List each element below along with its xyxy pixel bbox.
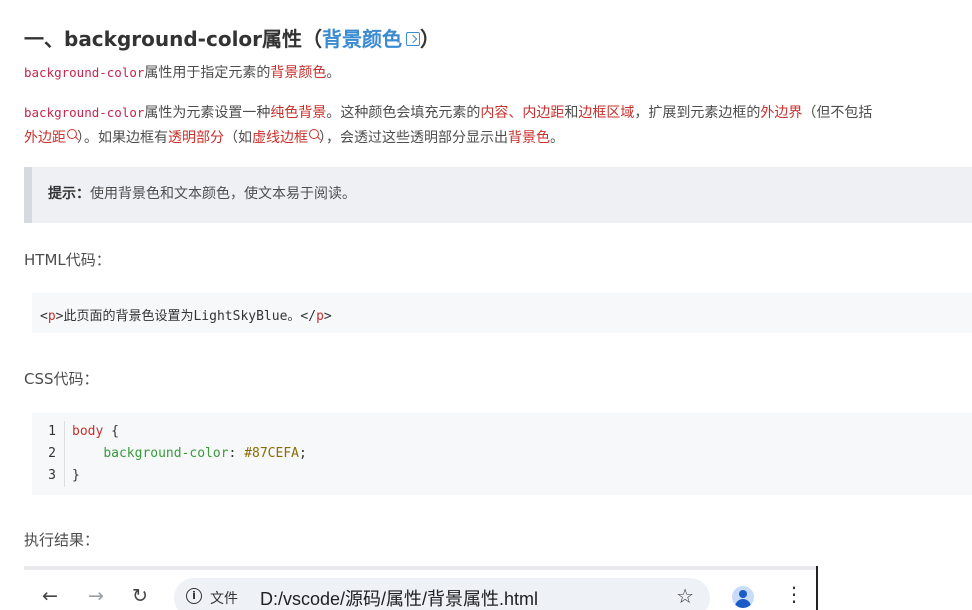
tip-content: 使用背景色和文本颜色，使文本易于阅读。 <box>90 186 356 202</box>
file-label: 文件 <box>210 591 238 607</box>
detail-paragraph-line2: 外边距 ）。如果边框有透明部分（如虚线边框 ），会透过这些透明部分显示出背景色。 <box>24 126 564 150</box>
code-token: ; <box>299 446 307 461</box>
link-outer-boundary[interactable]: 外边界 <box>760 105 802 121</box>
paragraph-text: （但不包括 <box>802 105 873 121</box>
code-line: <p>此页面的背景色设置为LightSkyBlue。</p> <box>40 305 332 324</box>
code-lines: body { background-color: #87CEFA; } <box>72 421 307 487</box>
arrow-right-icon[interactable]: → <box>84 584 108 608</box>
paragraph-text: （如 <box>224 130 252 146</box>
arrow-left-icon[interactable]: ← <box>38 584 62 608</box>
code-token: { <box>103 424 119 439</box>
code-line: background-color: #87CEFA; <box>72 443 307 465</box>
code-token: } <box>72 468 80 483</box>
browser-tab-strip <box>24 566 816 570</box>
section-heading: 一、background-color属性（背景颜色 ） <box>24 26 440 52</box>
url-text[interactable]: D:/vscode/源码/属性/背景属性.html <box>260 585 538 610</box>
reload-icon[interactable]: ↻ <box>128 584 152 608</box>
paragraph-text: ）。如果边框有 <box>77 130 168 146</box>
line-number: 2 <box>48 446 56 461</box>
paragraph-text: 、 <box>508 105 523 121</box>
html-code-label: HTML代码： <box>24 251 111 269</box>
line-number: 3 <box>48 468 56 483</box>
paragraph-text: 属性用于指定元素的 <box>144 65 271 81</box>
tip-text: 提示：使用背景色和文本颜色，使文本易于阅读。 <box>48 183 356 203</box>
address-bar[interactable]: i 文件 D:/vscode/源码/属性/背景属性.html ☆ <box>174 578 710 610</box>
css-property: background-color <box>103 446 229 461</box>
tip-label: 提示： <box>48 186 90 202</box>
css-code-block: 1 2 3 body { background-color: #87CEFA; … <box>32 413 972 495</box>
intro-paragraph: background-color属性用于指定元素的背景颜色。 <box>24 61 340 85</box>
code-line: } <box>72 465 307 487</box>
search-icon[interactable] <box>309 129 319 139</box>
html-code-block: <p>此页面的背景色设置为LightSkyBlue。</p> <box>32 293 972 333</box>
paragraph-text: 。 <box>326 65 341 81</box>
info-icon[interactable]: i <box>186 588 202 604</box>
detail-paragraph-line1: background-color属性为元素设置一种纯色背景。这种颜色会填充元素的… <box>24 101 872 125</box>
link-border-area[interactable]: 边框区域 <box>578 105 634 121</box>
external-link-icon[interactable] <box>406 31 421 46</box>
link-solid-background[interactable]: 纯色背景 <box>270 105 326 121</box>
code-token: < <box>40 309 48 324</box>
paragraph-text: 。 <box>550 130 564 146</box>
css-value: #87CEFA <box>244 446 299 461</box>
search-icon[interactable] <box>67 129 77 139</box>
star-icon[interactable]: ☆ <box>676 584 694 608</box>
code-line: body { <box>72 421 307 443</box>
link-dashed-border[interactable]: 虚线边框 <box>252 130 308 146</box>
paragraph-text: 属性为元素设置一种 <box>144 105 271 121</box>
link-transparent-part[interactable]: 透明部分 <box>168 130 224 146</box>
paragraph-text: 和 <box>564 105 579 121</box>
line-number-gutter: 1 2 3 <box>32 421 65 487</box>
inline-code: background-color <box>24 105 145 120</box>
profile-icon[interactable] <box>732 586 754 608</box>
link-background-color[interactable]: 背景颜色 <box>270 65 326 81</box>
browser-window: ← → ↻ i 文件 D:/vscode/源码/属性/背景属性.html ☆ ⋮ <box>24 566 818 610</box>
link-padding[interactable]: 内边距 <box>522 105 564 121</box>
code-tag: p <box>316 309 324 324</box>
link-margin[interactable]: 外边距 <box>24 130 66 146</box>
css-selector: body <box>72 424 104 439</box>
link-background-colour[interactable]: 背景色 <box>508 130 550 146</box>
paragraph-text: ，扩展到元素边框的 <box>634 105 761 121</box>
css-code-label: CSS代码： <box>24 370 99 388</box>
code-token: > <box>323 309 332 324</box>
heading-prefix: 一、background-color属性（ <box>24 27 323 51</box>
more-vert-icon[interactable]: ⋮ <box>784 584 804 604</box>
heading-link[interactable]: 背景颜色 <box>322 27 402 51</box>
inline-code: background-color <box>24 65 145 80</box>
paragraph-text: 。这种颜色会填充元素的 <box>326 105 481 121</box>
code-token: : <box>228 446 245 461</box>
heading-suffix: ） <box>420 27 441 51</box>
result-label: 执行结果： <box>24 531 100 549</box>
link-content[interactable]: 内容 <box>480 105 508 121</box>
code-tag: p <box>47 309 56 324</box>
paragraph-text: ），会透过这些透明部分显示出 <box>319 130 508 146</box>
code-token: </ <box>300 309 317 324</box>
tip-box: 提示：使用背景色和文本颜色，使文本易于阅读。 <box>24 167 972 223</box>
code-text: 此页面的背景色设置为LightSkyBlue。 <box>63 309 301 324</box>
line-number: 1 <box>48 424 56 439</box>
